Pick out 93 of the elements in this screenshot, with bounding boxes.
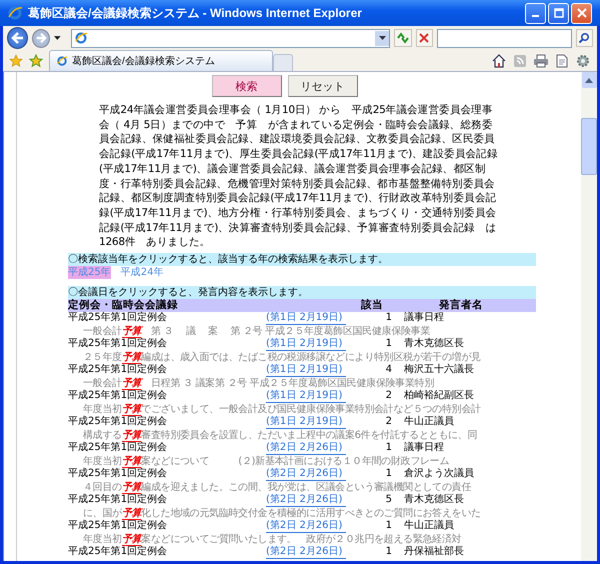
excerpt-text: 年度当初予算でございまして、一般会計及び国民健康保険事業特別会計など５つの特別会計	[83, 403, 482, 416]
close-icon	[576, 8, 586, 18]
refresh-button[interactable]	[394, 29, 412, 47]
speaker-name: 牛山正議員	[404, 416, 454, 430]
caret-icon[interactable]	[54, 36, 61, 40]
search-button[interactable]: 検索	[212, 75, 282, 97]
page-icon[interactable]	[555, 54, 569, 68]
hit-count: 5	[384, 494, 393, 508]
date-link[interactable]: (第2日 2月26日)	[266, 494, 346, 508]
tab-title: 葛飾区議会/会議録検索システム	[72, 54, 215, 68]
result-summary: 平成24年議会運営委員会理事会（ 1月10日） から 平成25年議会運営委員会理事会（ 4月 5日）までの中で 予算 が含まれている定例会・臨時会会議録、総務委員会記録、保健福祉委員会記録、建設環境委員会記録、文教委員会記録、区民委員会記録(平成17年11月まで)、厚生委員会記録(平成17年11月まで)、建設委員会記録(平成17年11月まで)、議会運営委員会記録、議会運営委員会理事会記録、都区制度・行革特別委員会記録、危機管理対策特別委員会記録、都市基盤整備特別委員会記録、都区制度調査特別委員会記録(平成17年11月まで)、行財政改革特別委員会記録(平成17年11月まで)、地方分権・行革特別委員会、まちづくり・交通特別委員会記録(平成17年11月まで)、決算審査特別委員会記録、予算審査特別委員会記録 は1268件 ありました。	[99, 103, 499, 250]
excerpt-text: ２５年度予算編成は、歳入面では、たばこ税の税源移譲などにより特別区税が若干の増が見	[83, 351, 482, 364]
hint-bar: 〇会議日をクリックすると、発言内容を表示します。	[68, 286, 536, 300]
maximize-icon	[554, 8, 564, 18]
date-link[interactable]: (第2日 2月26日)	[266, 520, 346, 534]
scroll-up-button[interactable]	[582, 72, 596, 88]
hit-count: 1	[384, 468, 393, 482]
hit-count: 1	[384, 442, 393, 456]
speaker-name: 柏崎裕紀副区長	[404, 390, 474, 404]
column-header: 該当	[361, 299, 384, 312]
caret-icon	[378, 36, 386, 40]
scroll-thumb[interactable]	[581, 118, 597, 175]
hit-count: 2	[384, 390, 393, 404]
back-button[interactable]	[7, 27, 28, 49]
stop-button[interactable]	[416, 29, 433, 47]
speaker-name: 議事日程	[404, 442, 444, 456]
speaker-name: 丹保福祉部長	[404, 546, 464, 560]
speaker-name: 梅沢五十六議長	[404, 364, 474, 378]
date-link[interactable]: (第1日 2月19日)	[266, 338, 346, 352]
excerpt-text: 年度当初予算案などについて (２)新基本計画における１０年間の財政フレーム	[83, 455, 450, 468]
window-title: 葛飾区議会/会議録検索システム - Windows Internet Explorer	[28, 4, 362, 22]
excerpt-text: 年度当初予算案などについてご質問いたします。 政府が２０兆円を超える緊急経済対	[83, 533, 462, 546]
hit-count: 1	[384, 520, 393, 534]
close-icon	[419, 33, 430, 43]
browser-icon	[56, 55, 68, 67]
excerpt-text: 一般会計予算 第 ３ 議 案 第 ２号 平成２５年度葛飾区国民健康保険事業	[83, 325, 430, 338]
search-icon	[578, 32, 590, 44]
meeting-name: 平成25年第1回定例会	[68, 442, 168, 456]
speaker-name: 議事日程	[404, 312, 444, 326]
excerpt-text: 構成する予算審査特別委員会を設置し、ただいま上程中の議案6件を付託するとともに、同	[83, 429, 478, 442]
hit-count: 2	[384, 416, 393, 430]
favorites-star-icon[interactable]	[9, 54, 23, 68]
speaker-name: 倉沢よう次議員	[404, 468, 474, 482]
browser-icon	[74, 31, 88, 45]
meeting-name: 平成25年第1回定例会	[68, 312, 168, 326]
minimize-icon	[532, 15, 539, 17]
column-header: 定例会・臨時会会議録	[68, 299, 179, 312]
browser-icon	[7, 5, 23, 21]
speaker-name: 牛山正議員	[404, 520, 454, 534]
maximize-button[interactable]	[548, 2, 569, 24]
printer-icon[interactable]	[533, 54, 549, 68]
meeting-name: 平成25年第1回定例会	[68, 338, 168, 352]
meeting-name: 平成25年第1回定例会	[68, 364, 168, 378]
date-link[interactable]: (第1日 2月19日)	[266, 416, 346, 430]
date-link[interactable]: (第1日 2月19日)	[266, 312, 346, 326]
meeting-name: 平成25年第1回定例会	[68, 468, 168, 482]
add-favorites-icon[interactable]	[29, 54, 43, 68]
meeting-name: 平成25年第1回定例会	[68, 546, 168, 560]
speaker-name: 青木克德区長	[404, 338, 464, 352]
meeting-name: 平成25年第1回定例会	[68, 520, 168, 534]
arrow-right-icon	[35, 32, 48, 44]
year-link[interactable]: 平成24年	[120, 266, 164, 280]
hit-count: 4	[384, 364, 393, 378]
meeting-name: 平成25年第1回定例会	[68, 416, 168, 430]
speaker-name: 青木克德区長	[404, 494, 464, 508]
date-link[interactable]: (第1日 2月19日)	[266, 364, 346, 378]
minimize-button[interactable]	[525, 2, 546, 24]
meeting-name: 平成25年第1回定例会	[68, 494, 168, 508]
hit-count: 1	[384, 546, 393, 560]
arrow-left-icon	[10, 31, 24, 45]
meeting-name: 平成25年第1回定例会	[68, 390, 168, 404]
date-link[interactable]: (第2日 2月26日)	[266, 546, 346, 560]
hint-bar: 〇検索該当年をクリックすると、該当する年の検索結果を表示します。	[68, 253, 536, 266]
excerpt-text: 一般会計予算 日程第 ３ 議案第 ２号 平成２５年度葛飾区国民健康保険事業特別	[83, 377, 434, 390]
excerpt-text: ４回目の予算編成を迎えました。この間、我が党は、区議会という審議機関としての責任	[83, 481, 472, 494]
caret-up-icon	[585, 78, 593, 82]
date-link[interactable]: (第1日 2月19日)	[266, 390, 346, 404]
dropdown-button[interactable]	[375, 30, 390, 46]
close-button[interactable]	[571, 2, 592, 24]
refresh-icon	[396, 32, 410, 44]
column-header: 発言者名	[439, 299, 483, 312]
hit-count: 1	[384, 312, 393, 326]
home-icon[interactable]	[491, 54, 507, 68]
date-link[interactable]: (第2日 2月26日)	[266, 442, 346, 456]
browser-tab[interactable]: 葛飾区議会/会議録検索システム	[49, 50, 273, 71]
search-field[interactable]	[436, 28, 572, 48]
hit-count: 1	[384, 338, 393, 352]
date-link[interactable]: (第2日 2月26日)	[266, 468, 346, 482]
address-field[interactable]	[70, 28, 390, 48]
gear-icon[interactable]	[575, 52, 591, 68]
excerpt-text: に、国が予算化した地域の元気臨時交付金を積極的に活用すべきとのご質問にお答えをいた	[83, 507, 482, 520]
search-button[interactable]	[576, 29, 593, 47]
reset-button[interactable]: リセット	[288, 75, 358, 97]
